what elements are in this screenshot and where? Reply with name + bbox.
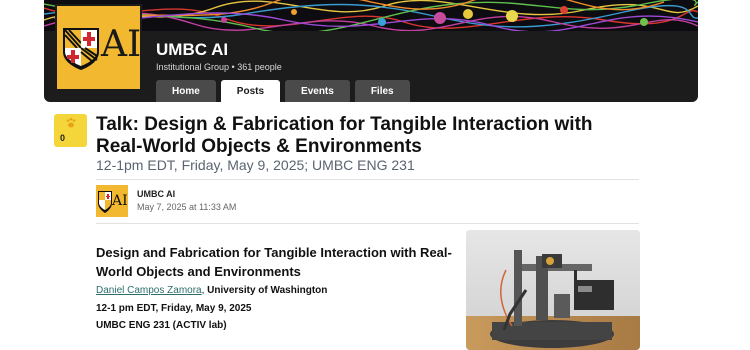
speaker-link[interactable]: Daniel Campos Zamora xyxy=(96,285,202,296)
paw-reaction-button[interactable]: 0 xyxy=(54,114,87,147)
speaker-affiliation: University of Washington xyxy=(204,285,328,296)
event-date: 12-1 pm EDT, Friday, May 9, 2025 xyxy=(96,303,252,314)
tab-posts[interactable]: Posts xyxy=(220,80,281,102)
group-banner-image xyxy=(44,0,698,31)
post-title: Talk: Design & Fabrication for Tangible … xyxy=(96,114,593,157)
author-name[interactable]: UMBC AI xyxy=(137,189,175,199)
author-avatar[interactable]: AI xyxy=(96,185,128,217)
tab-files[interactable]: Files xyxy=(354,80,410,102)
group-name[interactable]: UMBC AI xyxy=(156,40,228,60)
body-title: Design and Fabrication for Tangible Inte… xyxy=(96,245,452,279)
group-logo[interactable]: AI xyxy=(55,4,142,91)
tab-home[interactable]: Home xyxy=(156,80,216,102)
divider xyxy=(96,179,639,180)
fabrication-robot-image xyxy=(466,230,640,350)
post-image[interactable] xyxy=(466,230,640,350)
group-meta: Institutional Group • 361 people xyxy=(156,62,282,72)
speaker-line: Daniel Campos Zamora, University of Wash… xyxy=(96,285,327,296)
post-subtitle: 12-1pm EDT, Friday, May 9, 2025; UMBC EN… xyxy=(96,157,415,173)
avatar-text: AI xyxy=(112,193,128,209)
paw-icon xyxy=(66,117,76,128)
maryland-shield-icon xyxy=(63,28,99,70)
group-tabs: Home Posts Events Files xyxy=(156,80,410,102)
tab-events[interactable]: Events xyxy=(285,80,350,102)
logo-text: AI xyxy=(101,24,142,65)
event-room: UMBC ENG 231 (ACTIV lab) xyxy=(96,320,227,331)
divider xyxy=(96,223,639,224)
paw-count: 0 xyxy=(60,133,66,143)
post-timestamp: May 7, 2025 at 11:33 AM xyxy=(137,202,237,212)
group-header: AI UMBC AI Institutional Group • 361 peo… xyxy=(44,0,698,102)
